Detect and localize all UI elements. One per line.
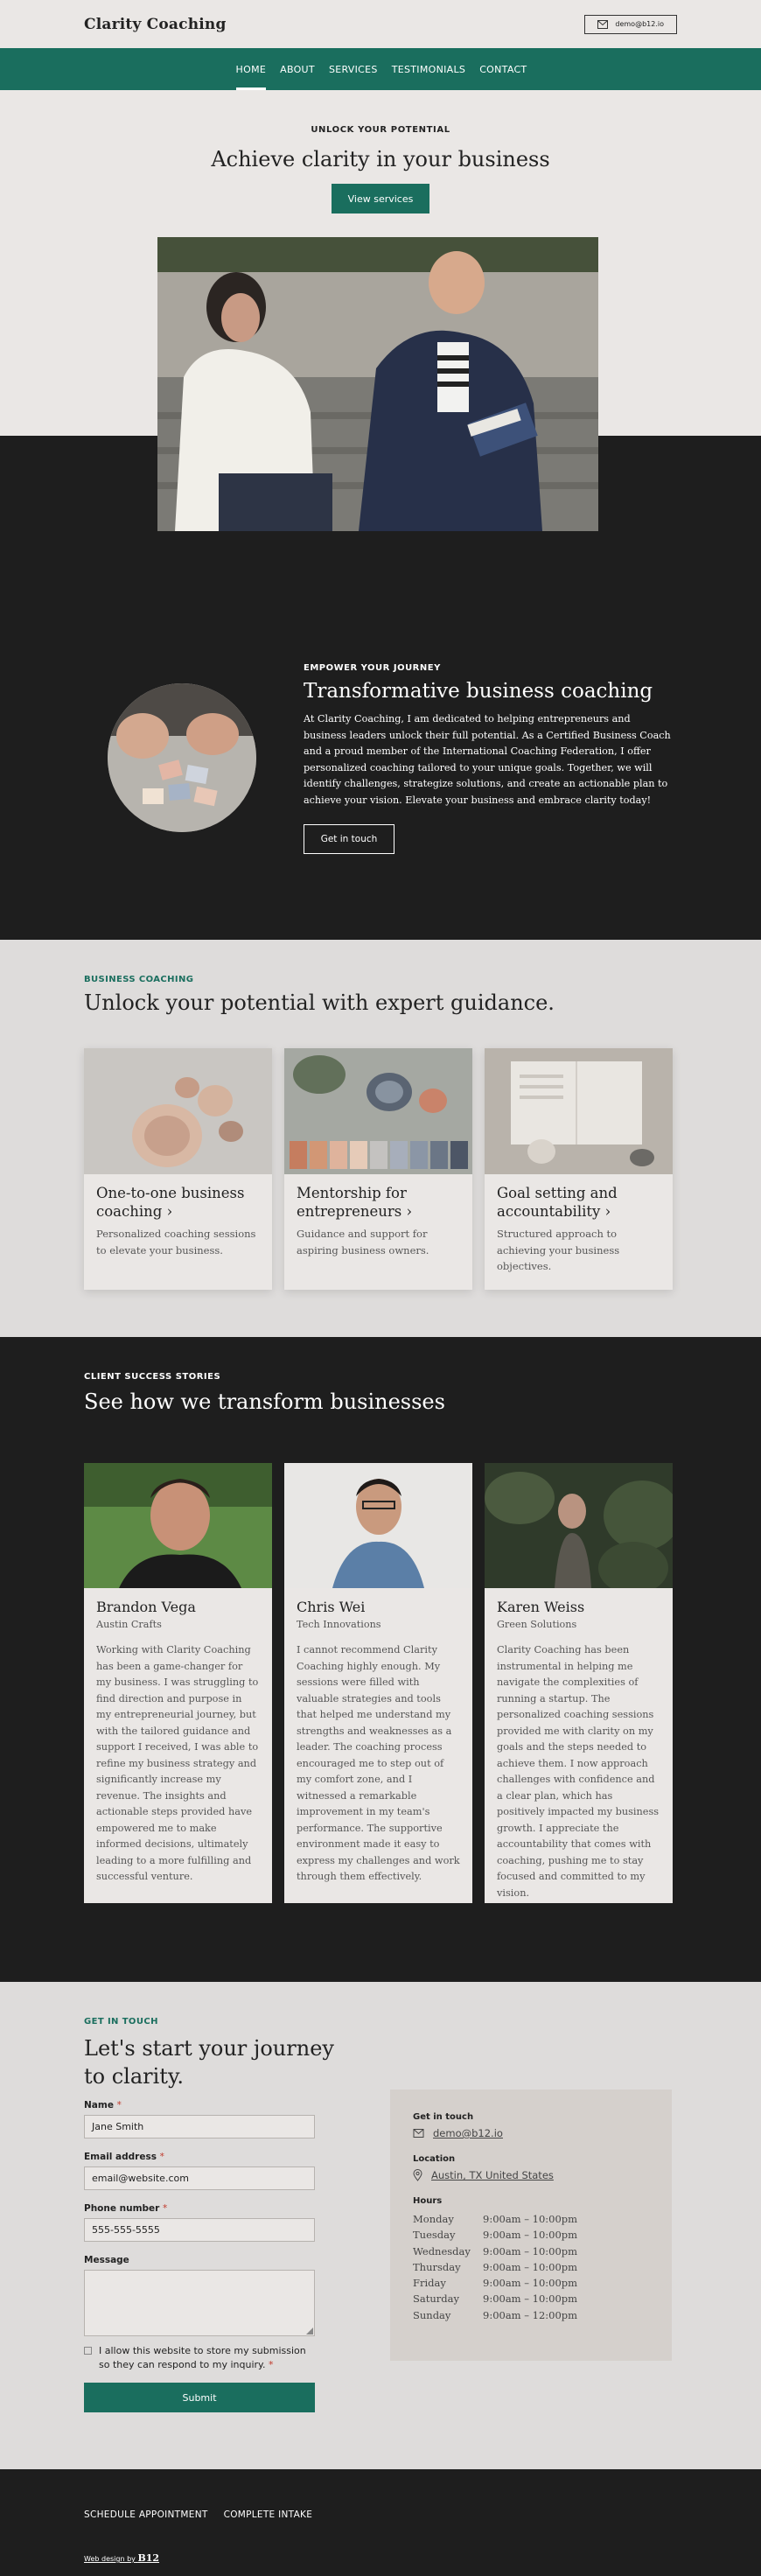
service-title: One-to-one business coaching › — [96, 1185, 245, 1220]
chevron-right-icon: › — [166, 1203, 173, 1220]
avatar — [284, 1463, 472, 1588]
brand-logo[interactable]: Clarity Coaching — [84, 16, 227, 33]
consent-row: I allow this website to store my submiss… — [84, 2344, 315, 2372]
empower-body: At Clarity Coaching, I am dedicated to h… — [304, 713, 671, 806]
testimonial-card: Brandon Vega Austin Crafts Working with … — [84, 1463, 272, 1903]
testimonial-quote: Working with Clarity Coaching has been a… — [96, 1644, 259, 1882]
hours-table: Monday 9:00am – 10:00pm Tuesday 9:00am – 1… — [413, 2211, 649, 2323]
service-desc: Structured approach to achieving your bu… — [497, 1228, 620, 1272]
testimonial-name: Karen Weiss — [497, 1599, 585, 1615]
email-label: Email address * — [84, 2152, 164, 2162]
hours-row: Sunday 9:00am – 12:00pm — [413, 2308, 578, 2321]
testimonial-company: Austin Crafts — [96, 1619, 162, 1630]
coaching-circle-image — [108, 683, 256, 832]
stories-section: CLIENT SUCCESS STORIES See how we transf… — [0, 1337, 761, 1982]
get-in-touch-label: Get in touch — [413, 2112, 474, 2122]
contact-form: Name * Jane Smith Email address * email@… — [84, 2100, 315, 2412]
main-nav: HOME ABOUT SERVICES TESTIMONIALS CONTACT — [0, 48, 761, 90]
service-card[interactable]: Mentorship for entrepreneurs › Guidance … — [284, 1048, 472, 1290]
stories-eyebrow: CLIENT SUCCESS STORIES — [84, 1372, 221, 1382]
chevron-right-icon: › — [604, 1203, 611, 1220]
stories-title: See how we transform businesses — [84, 1390, 445, 1414]
services-section: BUSINESS COACHING Unlock your potential … — [0, 940, 761, 1337]
contact-info-panel: Get in touch demo@b12.io Location Austin… — [390, 2090, 672, 2361]
consent-label: I allow this website to store my submiss… — [99, 2345, 306, 2370]
hours-label: Hours — [413, 2196, 443, 2206]
site-header: Clarity Coaching demo@b12.io — [0, 0, 761, 48]
service-title: Mentorship for entrepreneurs › — [297, 1185, 413, 1220]
testimonial-quote: I cannot recommend Clarity Coaching high… — [297, 1644, 460, 1882]
avatar — [84, 1463, 272, 1588]
location-label: Location — [413, 2154, 456, 2164]
hours-row: Thursday 9:00am – 10:00pm — [413, 2260, 578, 2273]
avatar — [485, 1463, 673, 1588]
map-pin-icon — [413, 2169, 422, 2181]
empower-section: EMPOWER YOUR JOURNEY Transformative busi… — [0, 578, 761, 940]
submit-button[interactable]: Submit — [84, 2383, 315, 2412]
hero-title: Achieve clarity in your business — [211, 147, 550, 172]
hours-row: Saturday 9:00am – 10:00pm — [413, 2292, 578, 2306]
mail-icon — [597, 19, 609, 29]
nav-item-contact[interactable]: CONTACT — [479, 48, 527, 90]
phone-label: Phone number * — [84, 2203, 168, 2214]
empower-title: Transformative business coaching — [304, 680, 653, 703]
footer-credit[interactable]: Web design by B12 — [84, 2552, 159, 2564]
email-field[interactable]: email@website.com — [84, 2166, 315, 2190]
testimonial-company: Tech Innovations — [297, 1619, 381, 1630]
nav-item-about[interactable]: ABOUT — [280, 48, 315, 90]
email-link[interactable]: demo@b12.io — [433, 2127, 503, 2139]
hours-row: Wednesday 9:00am – 10:00pm — [413, 2244, 578, 2258]
empower-eyebrow: EMPOWER YOUR JOURNEY — [304, 663, 441, 673]
location-link[interactable]: Austin, TX United States — [431, 2169, 554, 2181]
message-label: Message — [84, 2255, 129, 2265]
nav-item-services[interactable]: SERVICES — [329, 48, 378, 90]
service-image — [284, 1048, 472, 1174]
hours-row: Monday 9:00am – 10:00pm — [413, 2213, 578, 2225]
name-field[interactable]: Jane Smith — [84, 2115, 315, 2138]
hours-row: Tuesday 9:00am – 10:00pm — [413, 2229, 578, 2242]
contact-section: GET IN TOUCH Let's start your journey to… — [0, 1982, 761, 2469]
consent-checkbox[interactable] — [84, 2347, 92, 2355]
service-image — [84, 1048, 272, 1174]
mail-icon — [413, 2129, 424, 2138]
service-card[interactable]: One-to-one business coaching › Personali… — [84, 1048, 272, 1290]
service-card[interactable]: Goal setting and accountability › Struct… — [485, 1048, 673, 1290]
email-button[interactable]: demo@b12.io — [584, 14, 677, 34]
hero-section: UNLOCK YOUR POTENTIAL Achieve clarity in… — [0, 90, 761, 578]
service-desc: Personalized coaching sessions to elevat… — [96, 1228, 256, 1256]
hero-eyebrow: UNLOCK YOUR POTENTIAL — [311, 125, 450, 135]
hero-image — [157, 237, 598, 531]
hours-row: Friday 9:00am – 10:00pm — [413, 2277, 578, 2290]
message-field[interactable] — [84, 2270, 315, 2336]
footer-link-schedule[interactable]: SCHEDULE APPOINTMENT — [84, 2510, 208, 2520]
email-button-label: demo@b12.io — [615, 20, 664, 28]
service-desc: Guidance and support for aspiring busine… — [297, 1228, 429, 1256]
name-label: Name * — [84, 2100, 122, 2110]
location-row: Austin, TX United States — [413, 2169, 649, 2181]
service-title: Goal setting and accountability › — [497, 1185, 618, 1220]
contact-title: Let's start your journey to clarity. — [84, 2036, 334, 2089]
site-footer: SCHEDULE APPOINTMENT COMPLETE INTAKE Web… — [0, 2469, 761, 2576]
chevron-right-icon: › — [406, 1203, 413, 1220]
nav-item-testimonials[interactable]: TESTIMONIALS — [392, 48, 465, 90]
services-eyebrow: BUSINESS COACHING — [84, 975, 194, 984]
testimonial-card: Chris Wei Tech Innovations I cannot reco… — [284, 1463, 472, 1903]
contact-eyebrow: GET IN TOUCH — [84, 2017, 158, 2026]
testimonial-company: Green Solutions — [497, 1619, 577, 1630]
footer-link-intake[interactable]: COMPLETE INTAKE — [224, 2510, 313, 2520]
testimonial-quote: Clarity Coaching has been instrumental i… — [497, 1644, 660, 1899]
nav-item-home[interactable]: HOME — [235, 48, 267, 90]
testimonial-name: Chris Wei — [297, 1599, 366, 1615]
testimonial-name: Brandon Vega — [96, 1599, 196, 1615]
testimonial-card: Karen Weiss Green Solutions Clarity Coac… — [485, 1463, 673, 1903]
get-in-touch-button[interactable]: Get in touch — [304, 824, 394, 854]
service-image — [485, 1048, 673, 1174]
email-row: demo@b12.io — [413, 2127, 649, 2139]
services-title: Unlock your potential with expert guidan… — [84, 990, 555, 1015]
phone-field[interactable]: 555-555-5555 — [84, 2218, 315, 2242]
view-services-button[interactable]: View services — [332, 184, 429, 214]
